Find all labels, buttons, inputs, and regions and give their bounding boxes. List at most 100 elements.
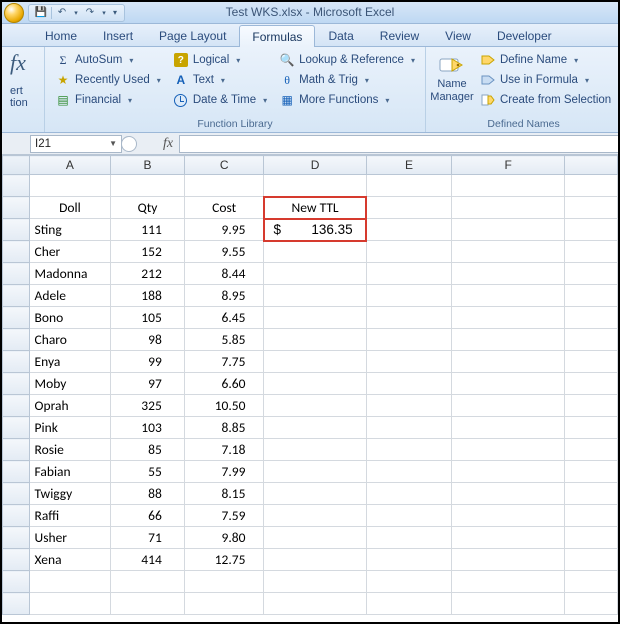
cell[interactable]: [452, 461, 564, 483]
row-header[interactable]: [3, 461, 30, 483]
undo-icon[interactable]: ↶: [54, 6, 70, 20]
cell[interactable]: [264, 505, 366, 527]
cell[interactable]: [264, 263, 366, 285]
cell[interactable]: Doll: [29, 197, 111, 219]
cell[interactable]: [564, 571, 617, 593]
cell[interactable]: Oprah: [29, 395, 111, 417]
cell[interactable]: [29, 175, 111, 197]
cell[interactable]: [184, 571, 264, 593]
cell[interactable]: Bono: [29, 307, 111, 329]
col-header-b[interactable]: B: [111, 156, 185, 175]
cell[interactable]: [366, 571, 452, 593]
cell[interactable]: [564, 527, 617, 549]
cell[interactable]: [452, 505, 564, 527]
col-header-f[interactable]: F: [452, 156, 564, 175]
cell[interactable]: [264, 461, 366, 483]
cell[interactable]: [264, 241, 366, 263]
cell[interactable]: 152: [111, 241, 185, 263]
cell[interactable]: Usher: [29, 527, 111, 549]
cell[interactable]: [264, 285, 366, 307]
row-header[interactable]: [3, 527, 30, 549]
cell[interactable]: 55: [111, 461, 185, 483]
row-header[interactable]: [3, 373, 30, 395]
qat-customize-icon[interactable]: ▾: [110, 6, 120, 20]
text-button[interactable]: AText: [169, 71, 271, 89]
cell[interactable]: 7.75: [184, 351, 264, 373]
cell[interactable]: 99: [111, 351, 185, 373]
row-header[interactable]: [3, 571, 30, 593]
name-box-dropdown-icon[interactable]: ▼: [109, 139, 117, 148]
cell[interactable]: Rosie: [29, 439, 111, 461]
cell[interactable]: 9.80: [184, 527, 264, 549]
row-header[interactable]: [3, 593, 30, 615]
tab-view[interactable]: View: [432, 24, 484, 46]
cell[interactable]: [366, 351, 452, 373]
cell[interactable]: [564, 351, 617, 373]
cell[interactable]: [564, 329, 617, 351]
name-box-expand[interactable]: [121, 136, 137, 152]
cell[interactable]: [184, 593, 264, 615]
cell[interactable]: Cher: [29, 241, 111, 263]
cell[interactable]: 111: [111, 219, 185, 241]
cell[interactable]: 8.15: [184, 483, 264, 505]
cell[interactable]: [264, 329, 366, 351]
cell[interactable]: [366, 461, 452, 483]
lookup-button[interactable]: 🔍Lookup & Reference: [275, 51, 419, 69]
create-from-selection-button[interactable]: Create from Selection: [476, 91, 615, 109]
cell[interactable]: [452, 439, 564, 461]
cell[interactable]: [264, 351, 366, 373]
row-header[interactable]: [3, 483, 30, 505]
cell[interactable]: [264, 175, 366, 197]
row-header[interactable]: [3, 307, 30, 329]
tab-data[interactable]: Data: [315, 24, 366, 46]
fx-label-icon[interactable]: fx: [163, 136, 173, 152]
col-header-a[interactable]: A: [29, 156, 111, 175]
more-functions-button[interactable]: ▦More Functions: [275, 91, 419, 109]
cell[interactable]: New TTL: [264, 197, 366, 219]
cell[interactable]: 71: [111, 527, 185, 549]
cell[interactable]: Xena: [29, 549, 111, 571]
cell[interactable]: Cost: [184, 197, 264, 219]
cell[interactable]: 212: [111, 263, 185, 285]
formula-input[interactable]: [179, 135, 618, 153]
cell[interactable]: [29, 571, 111, 593]
cell[interactable]: [264, 439, 366, 461]
cell[interactable]: [452, 395, 564, 417]
cell[interactable]: [366, 197, 452, 219]
save-icon[interactable]: 💾: [33, 6, 49, 20]
row-header[interactable]: [3, 219, 30, 241]
select-all-corner[interactable]: [3, 156, 30, 175]
define-name-button[interactable]: Define Name: [476, 51, 615, 69]
worksheet-grid[interactable]: A B C D E F DollQtyCostNew TTLSting1119.…: [2, 155, 618, 615]
cell[interactable]: [366, 373, 452, 395]
cell[interactable]: [366, 241, 452, 263]
cell[interactable]: 7.59: [184, 505, 264, 527]
row-header[interactable]: [3, 285, 30, 307]
cell[interactable]: [452, 373, 564, 395]
cell[interactable]: [264, 395, 366, 417]
cell[interactable]: [564, 373, 617, 395]
cell[interactable]: [564, 197, 617, 219]
cell[interactable]: 6.45: [184, 307, 264, 329]
cell[interactable]: 9.95: [184, 219, 264, 241]
cell[interactable]: [366, 505, 452, 527]
cell[interactable]: [264, 571, 366, 593]
cell[interactable]: 85: [111, 439, 185, 461]
col-header-e[interactable]: E: [366, 156, 452, 175]
cell[interactable]: 8.44: [184, 263, 264, 285]
cell[interactable]: [366, 527, 452, 549]
cell[interactable]: [564, 285, 617, 307]
cell[interactable]: 188: [111, 285, 185, 307]
cell[interactable]: [564, 505, 617, 527]
cell[interactable]: [564, 241, 617, 263]
cell[interactable]: Adele: [29, 285, 111, 307]
cell[interactable]: 5.85: [184, 329, 264, 351]
math-trig-button[interactable]: θMath & Trig: [275, 71, 419, 89]
cell[interactable]: 66: [111, 505, 185, 527]
row-header[interactable]: [3, 505, 30, 527]
row-header[interactable]: [3, 395, 30, 417]
tab-formulas[interactable]: Formulas: [239, 25, 315, 47]
cell[interactable]: Qty: [111, 197, 185, 219]
autosum-button[interactable]: ΣAutoSum: [51, 51, 165, 69]
cell[interactable]: [264, 593, 366, 615]
